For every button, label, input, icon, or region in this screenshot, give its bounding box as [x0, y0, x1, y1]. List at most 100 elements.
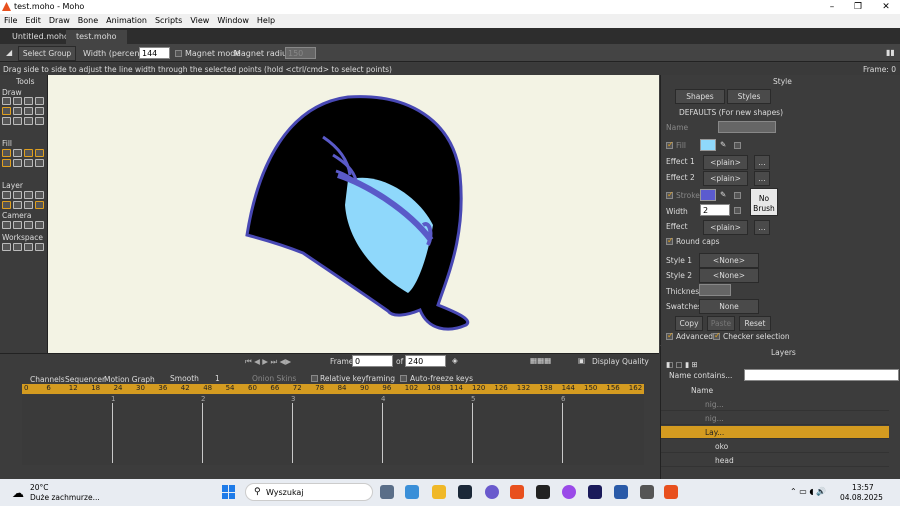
onion-skins-button[interactable]: Onion Skins: [252, 374, 296, 383]
blob-brush-icon[interactable]: [2, 117, 11, 125]
maximize-button[interactable]: ❐: [848, 1, 868, 13]
style2-dropdown[interactable]: <None>: [699, 268, 759, 283]
magnet-icon[interactable]: [35, 117, 44, 125]
zoom-camera-icon[interactable]: [13, 221, 22, 229]
menu-bone[interactable]: Bone: [74, 14, 102, 28]
step-dropdown[interactable]: 1: [215, 374, 220, 383]
fill-checkbox[interactable]: [666, 140, 674, 149]
rectangle-icon[interactable]: [13, 107, 22, 115]
frame-input[interactable]: 0: [352, 355, 393, 367]
select-points-icon[interactable]: [2, 97, 11, 105]
rotate-layer-icon[interactable]: [24, 191, 33, 199]
close-button[interactable]: ✕: [876, 1, 896, 13]
menu-window[interactable]: Window: [213, 14, 253, 28]
name-column-header[interactable]: Name: [691, 386, 713, 395]
layer-tool-icons[interactable]: ◧ ▢ ▮ ⊞: [666, 360, 698, 369]
text-tool-icon[interactable]: [24, 201, 33, 209]
menu-file[interactable]: File: [0, 14, 21, 28]
advanced-checkbox[interactable]: [666, 331, 674, 340]
minimize-button[interactable]: –: [822, 1, 842, 13]
layer-filter-input[interactable]: [744, 369, 899, 381]
brave-icon[interactable]: [510, 485, 524, 499]
set-origin-icon[interactable]: [13, 191, 22, 199]
freehand-icon[interactable]: [2, 107, 11, 115]
stroke-color-swatch[interactable]: [700, 189, 716, 201]
stroke-width-input[interactable]: 2: [700, 204, 730, 216]
effect1-options-button[interactable]: ...: [754, 155, 770, 170]
photos-icon[interactable]: [405, 485, 419, 499]
select-group-button[interactable]: Select Group: [18, 46, 76, 61]
eraser-icon[interactable]: [13, 117, 22, 125]
stroke-eyedropper-icon[interactable]: ✎: [720, 190, 726, 199]
drawing-canvas[interactable]: [48, 75, 659, 353]
width-input[interactable]: 144: [139, 47, 170, 59]
delete-edge-icon[interactable]: [35, 149, 44, 157]
select-shape-icon[interactable]: [2, 149, 11, 157]
zoom-workspace-icon[interactable]: [13, 243, 22, 251]
steam-icon[interactable]: [458, 485, 472, 499]
thickness-input[interactable]: [699, 284, 731, 296]
curvature-icon[interactable]: [35, 97, 44, 105]
display-quality-label[interactable]: Display Quality: [592, 357, 649, 366]
no-brush-button[interactable]: No Brush: [750, 188, 778, 216]
transform-points-icon[interactable]: [13, 97, 22, 105]
styles-dropdown[interactable]: Styles: [727, 89, 771, 104]
playback-controls-icon[interactable]: ⏮ ◀ ▶ ⏭ ◀▶: [245, 357, 291, 367]
smooth-dropdown[interactable]: Smooth: [170, 374, 199, 383]
effect1-dropdown[interactable]: <plain>: [703, 155, 748, 170]
fill-eyedropper-icon[interactable]: ✎: [720, 140, 726, 149]
display-quality-icon[interactable]: ▣: [578, 356, 585, 365]
tab-channels[interactable]: Channels: [30, 375, 65, 384]
menu-help[interactable]: Help: [253, 14, 279, 28]
particle-icon[interactable]: [13, 201, 22, 209]
app-icon[interactable]: [614, 485, 628, 499]
app-icon[interactable]: [640, 485, 654, 499]
arrow-icon[interactable]: [35, 107, 44, 115]
after-effects-icon[interactable]: [588, 485, 602, 499]
style-name-input[interactable]: [718, 121, 776, 133]
track-camera-icon[interactable]: [2, 221, 11, 229]
sound-icon[interactable]: ◈: [452, 356, 458, 365]
effect-options-button[interactable]: ...: [754, 220, 770, 235]
shapes-dropdown[interactable]: Shapes: [675, 89, 725, 104]
menu-view[interactable]: View: [186, 14, 213, 28]
layer-row[interactable]: nig...: [661, 398, 889, 411]
add-point-icon[interactable]: [24, 97, 33, 105]
panel-layout-icon[interactable]: ▮▮: [886, 48, 895, 57]
pan-tilt-camera-icon[interactable]: [35, 221, 44, 229]
stroke-checkbox[interactable]: [666, 190, 674, 199]
copy-button[interactable]: Copy: [675, 316, 703, 331]
shear-layer-icon[interactable]: [35, 191, 44, 199]
total-frames-input[interactable]: 240: [405, 355, 446, 367]
name-contains-dropdown[interactable]: Name contains...: [669, 371, 732, 380]
chatgpt-icon[interactable]: [536, 485, 550, 499]
tab-sequencer[interactable]: Sequencer: [65, 375, 105, 384]
autofreeze-checkbox[interactable]: [400, 375, 407, 382]
effect2-options-button[interactable]: ...: [754, 171, 770, 186]
switch-layer-icon[interactable]: [2, 201, 11, 209]
swatches-dropdown[interactable]: None: [699, 299, 759, 314]
discord-icon[interactable]: [485, 485, 499, 499]
fill-color-swatch[interactable]: [700, 139, 716, 151]
menu-animation[interactable]: Animation: [102, 14, 151, 28]
tab-test[interactable]: test.moho: [66, 30, 127, 44]
menu-draw[interactable]: Draw: [45, 14, 74, 28]
paint-bucket-icon[interactable]: [24, 149, 33, 157]
menu-scripts[interactable]: Scripts: [151, 14, 186, 28]
transform-layer-icon[interactable]: [2, 191, 11, 199]
style1-dropdown[interactable]: <None>: [699, 253, 759, 268]
tab-motion-graph[interactable]: Motion Graph: [104, 375, 155, 384]
oval-icon[interactable]: [24, 107, 33, 115]
curve-profile-icon[interactable]: [35, 159, 44, 167]
file-explorer-icon[interactable]: [432, 485, 446, 499]
fill-extra-checkbox[interactable]: [734, 142, 741, 149]
effect-dropdown[interactable]: <plain>: [703, 220, 748, 235]
view-mode-icon[interactable]: ▦▦▦: [530, 356, 551, 365]
weather-cloud-icon[interactable]: ☁: [12, 486, 24, 500]
roll-camera-icon[interactable]: [24, 221, 33, 229]
rotate-workspace-icon[interactable]: [24, 243, 33, 251]
app-icon[interactable]: [562, 485, 576, 499]
checker-selection-checkbox[interactable]: [713, 331, 721, 340]
eyedropper-icon[interactable]: [35, 201, 44, 209]
timeline-tracks[interactable]: 1 2 3 4 5 6: [22, 395, 644, 465]
